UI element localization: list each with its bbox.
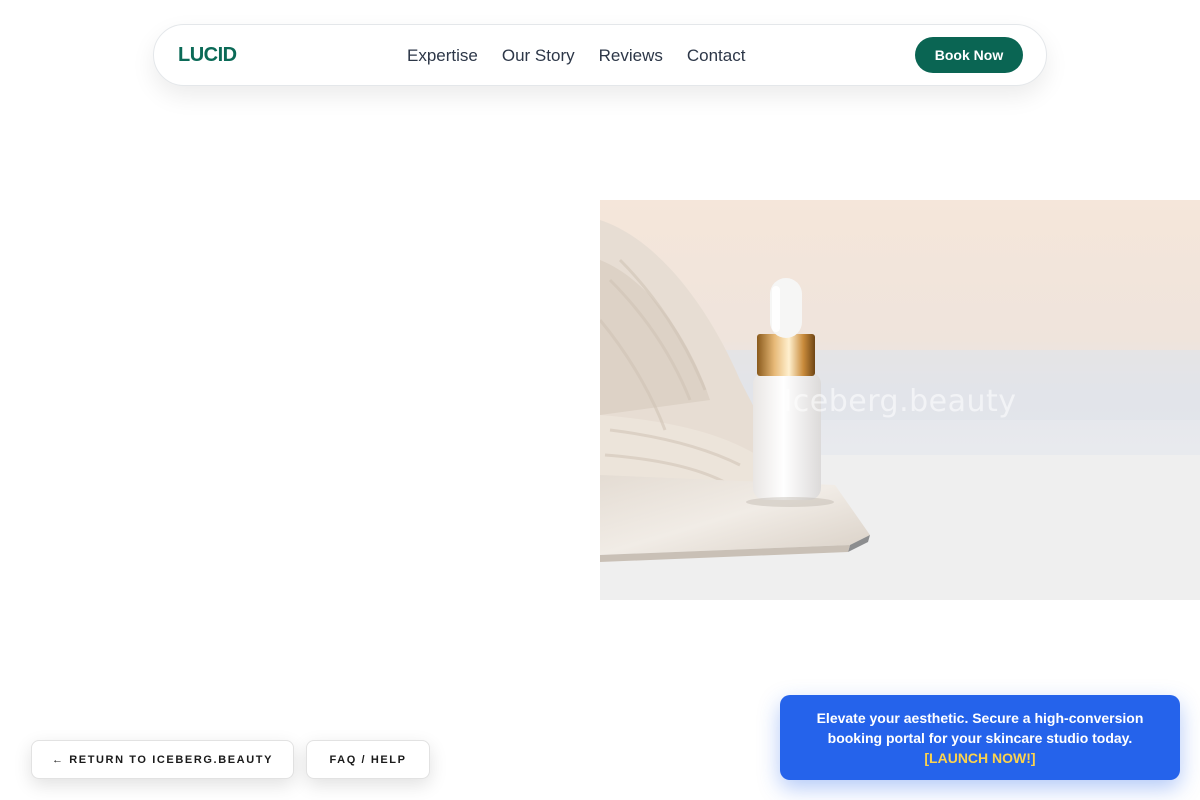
watermark-text: Iceberg.beauty	[783, 384, 1017, 419]
book-now-button[interactable]: Book Now	[915, 37, 1023, 73]
nav-link-our-story[interactable]: Our Story	[502, 45, 575, 67]
return-to-iceberg-button[interactable]: ← RETURN TO ICEBERG.BEAUTY	[31, 740, 294, 779]
nav-links: Expertise Our Story Reviews Contact	[407, 45, 745, 67]
faq-help-button[interactable]: FAQ / HELP	[306, 740, 430, 779]
promo-text: Elevate your aesthetic. Secure a high-co…	[816, 710, 1144, 746]
logo[interactable]: LUCID	[178, 44, 237, 67]
navbar: LUCID Expertise Our Story Reviews Contac…	[153, 24, 1047, 86]
promo-launch-link[interactable]: [LAUNCH NOW!]	[800, 748, 1160, 768]
hero-image: Iceberg.beauty	[600, 200, 1200, 600]
nav-link-reviews[interactable]: Reviews	[599, 45, 663, 67]
promo-banner[interactable]: Elevate your aesthetic. Secure a high-co…	[780, 695, 1180, 780]
nav-link-expertise[interactable]: Expertise	[407, 45, 478, 67]
nav-link-contact[interactable]: Contact	[687, 45, 746, 67]
